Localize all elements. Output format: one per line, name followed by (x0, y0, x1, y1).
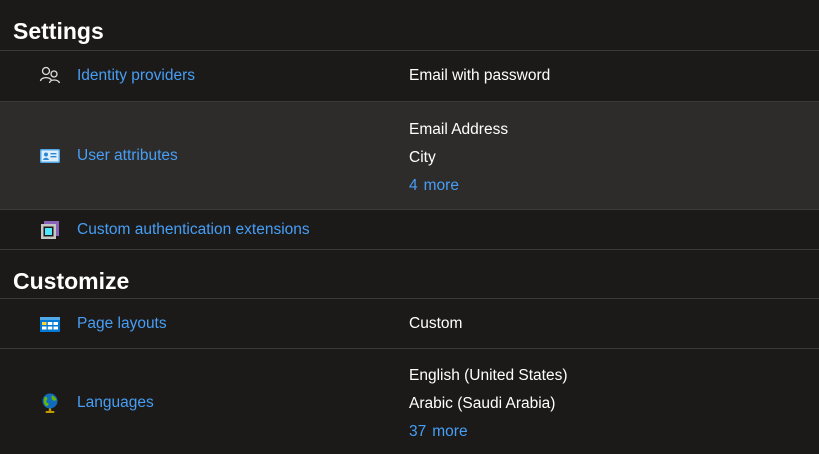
page-layouts-values: Custom (409, 310, 462, 338)
language-value: Arabic (Saudi Arabia) (409, 395, 556, 412)
more-count: 37 (409, 423, 427, 440)
identity-providers-row: Identity providers Email with password (0, 51, 819, 101)
user-attribute-value: City (409, 149, 436, 166)
languages-row: Languages English (United States) Arabic… (0, 349, 819, 454)
more-label: more (423, 177, 459, 194)
settings-section-title: Settings (13, 18, 104, 44)
customize-section-title: Customize (13, 268, 130, 294)
user-attribute-value: Email Address (409, 121, 509, 138)
languages-more-link[interactable]: 37 more (409, 418, 568, 446)
user-attributes-more-link[interactable]: 4 more (409, 172, 508, 200)
globe-icon (39, 392, 61, 414)
custom-auth-extensions-link[interactable]: Custom authentication extensions (77, 221, 310, 239)
identity-provider-value: Email with password (409, 67, 551, 84)
people-icon (39, 65, 61, 87)
page-layout-icon (39, 313, 61, 335)
languages-link[interactable]: Languages (77, 394, 154, 412)
identity-providers-link[interactable]: Identity providers (77, 67, 195, 85)
page-layout-value: Custom (409, 314, 463, 332)
page-layouts-link[interactable]: Page layouts (77, 315, 167, 333)
user-attributes-row[interactable]: User attributes Email Address City 4 more (0, 102, 819, 209)
identity-providers-values: Email with password (409, 62, 550, 90)
settings-panel: Settings Identity providers Email with p… (0, 0, 819, 454)
extension-icon (39, 219, 61, 241)
language-value: English (United States) (409, 367, 568, 384)
more-count: 4 (409, 177, 418, 194)
page-layouts-row: Page layouts Custom (0, 299, 819, 348)
languages-values: English (United States) Arabic (Saudi Ar… (409, 362, 568, 446)
user-attributes-values: Email Address City 4 more (409, 116, 508, 200)
contact-card-icon (39, 145, 61, 167)
user-attributes-link[interactable]: User attributes (77, 147, 178, 165)
more-label: more (432, 423, 468, 440)
custom-auth-extensions-row: Custom authentication extensions (0, 210, 819, 249)
